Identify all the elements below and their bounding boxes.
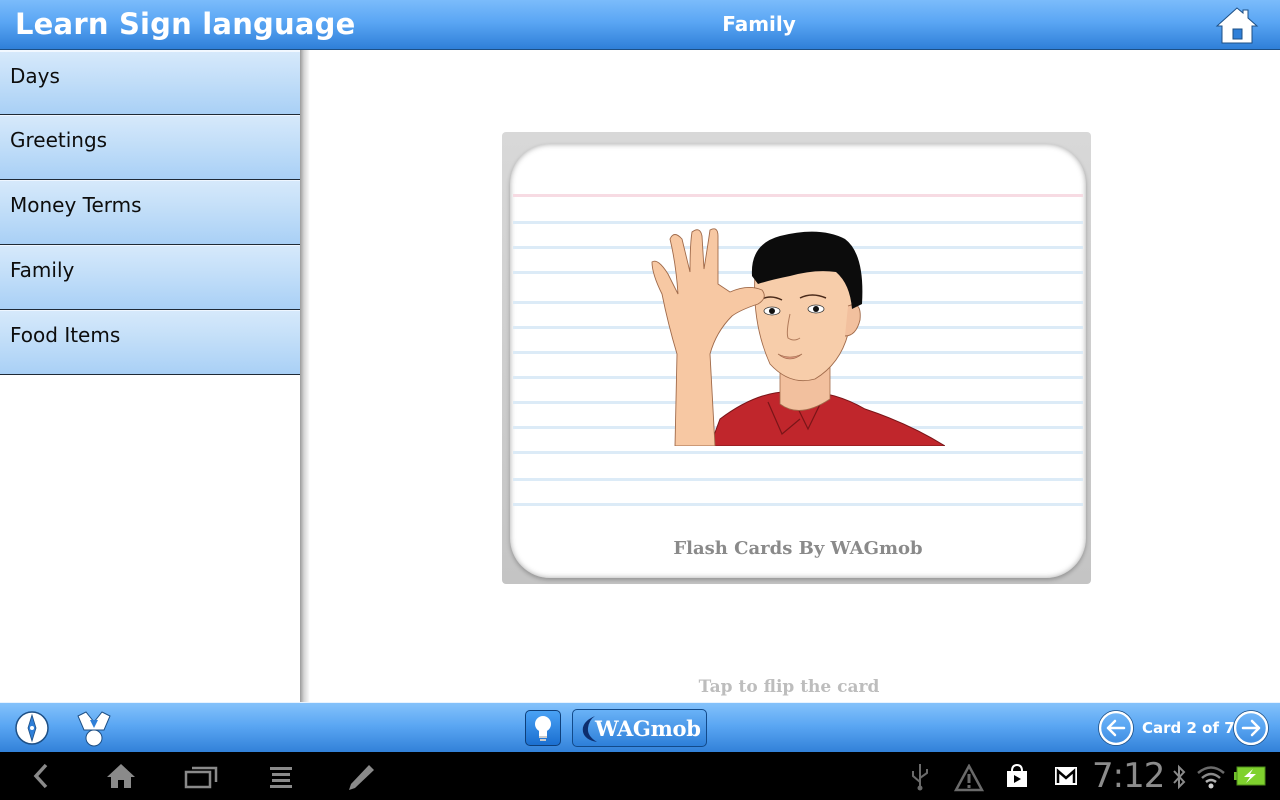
compass-icon xyxy=(15,711,49,745)
recent-apps-icon[interactable] xyxy=(184,764,220,790)
category-sidebar: Days Greetings Money Terms Family Food I… xyxy=(0,50,300,702)
card-caption: Flash Cards By WAGmob xyxy=(673,538,923,559)
man-signing-family-illustration xyxy=(651,228,945,446)
lightbulb-icon xyxy=(535,716,551,741)
sidebar-item-greetings[interactable]: Greetings xyxy=(0,115,300,180)
back-icon[interactable] xyxy=(28,762,54,790)
previous-card-button[interactable] xyxy=(1098,710,1134,746)
pencil-icon[interactable] xyxy=(345,762,377,792)
award-button[interactable] xyxy=(74,708,114,748)
award-ribbon-icon xyxy=(77,711,111,747)
sidebar-item-label: Family xyxy=(10,258,75,282)
sidebar-item-money-terms[interactable]: Money Terms xyxy=(0,180,300,245)
home-icon[interactable] xyxy=(105,762,137,790)
sidebar-item-label: Days xyxy=(10,64,60,88)
gmail-icon xyxy=(1055,767,1077,785)
usb-icon xyxy=(912,764,928,791)
home-icon xyxy=(1215,7,1259,44)
warning-icon xyxy=(954,764,984,792)
tip-button[interactable] xyxy=(525,710,561,746)
wagmob-button[interactable]: WAGmob xyxy=(572,709,707,747)
compass-button[interactable] xyxy=(14,710,50,746)
flash-card-face: Flash Cards By WAGmob xyxy=(510,144,1086,578)
sidebar-item-days[interactable]: Days xyxy=(0,50,300,115)
card-margin-line xyxy=(513,194,1083,197)
bottom-toolbar: WAGmob Card 2 of 7 xyxy=(0,702,1280,752)
arrow-right-icon xyxy=(1233,710,1269,746)
sidebar-item-label: Greetings xyxy=(10,128,108,152)
sidebar-item-family[interactable]: Family xyxy=(0,245,300,310)
sidebar-item-label: Food Items xyxy=(10,323,121,347)
card-rule-line xyxy=(513,503,1083,506)
wifi-icon xyxy=(1197,766,1225,789)
app-root: Learn Sign language Family Days Greeting… xyxy=(0,0,1280,800)
bluetooth-icon xyxy=(1173,764,1186,790)
wagmob-label: WAGmob xyxy=(595,716,701,741)
top-action-bar: Learn Sign language Family xyxy=(0,0,1280,50)
sidebar-divider xyxy=(300,50,310,702)
flip-card-hint: Tap to flip the card xyxy=(698,677,880,697)
card-counter: Card 2 of 7 xyxy=(1142,719,1235,737)
menu-icon[interactable] xyxy=(268,764,294,790)
next-card-button[interactable] xyxy=(1233,710,1269,746)
system-clock: 7:12 xyxy=(1092,756,1165,796)
system-navigation-bar: 7:12 xyxy=(0,752,1280,800)
battery-charging-icon xyxy=(1234,766,1266,786)
sidebar-item-label: Money Terms xyxy=(10,193,142,217)
play-store-icon xyxy=(1007,763,1027,787)
card-rule-line xyxy=(513,451,1083,454)
card-rule-line xyxy=(513,478,1083,481)
arrow-left-icon xyxy=(1098,710,1134,746)
home-button[interactable] xyxy=(1214,6,1260,46)
sidebar-item-food-items[interactable]: Food Items xyxy=(0,310,300,375)
flash-card[interactable]: Flash Cards By WAGmob xyxy=(502,132,1091,584)
section-title: Family xyxy=(722,12,796,36)
